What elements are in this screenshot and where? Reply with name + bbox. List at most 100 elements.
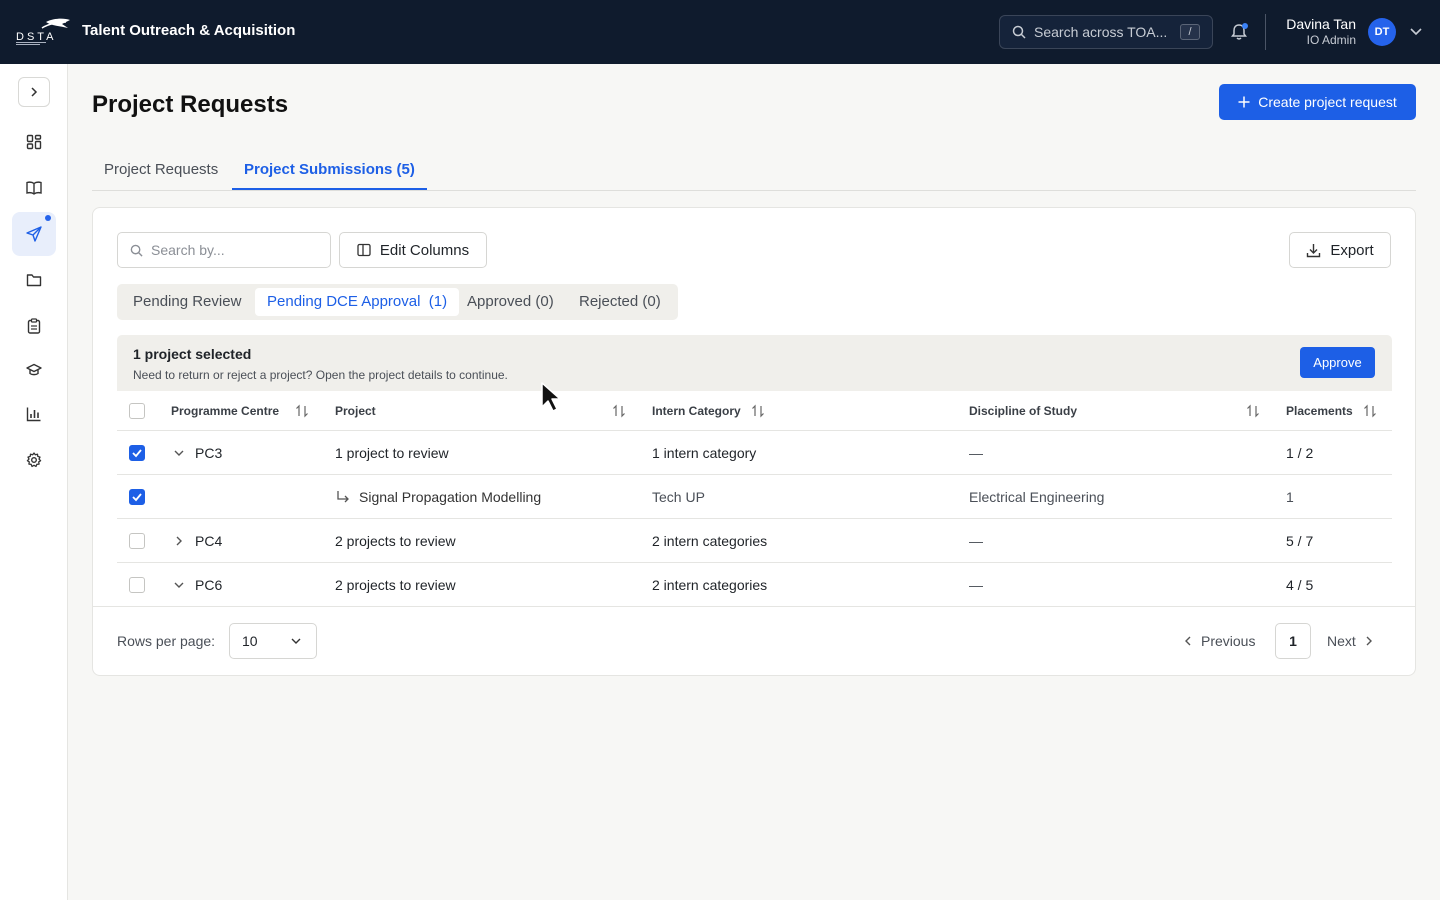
gear-icon xyxy=(26,452,42,468)
status-tab-rejected[interactable]: Rejected (0) xyxy=(567,288,673,316)
create-project-request-button[interactable]: Create project request xyxy=(1219,84,1416,120)
selection-bar: 1 project selected Need to return or rej… xyxy=(117,335,1392,391)
row-checkbox[interactable] xyxy=(129,489,145,505)
next-label: Next xyxy=(1327,633,1356,649)
search-placeholder: Search by... xyxy=(151,242,225,258)
cell-project: 2 projects to review xyxy=(335,577,456,593)
sort-icon[interactable] xyxy=(1246,404,1260,418)
notification-dot xyxy=(1242,23,1248,29)
sidebar-item-settings[interactable] xyxy=(12,438,56,482)
cell-project: 1 project to review xyxy=(335,445,449,461)
row-checkbox[interactable] xyxy=(129,577,145,593)
chevron-left-icon xyxy=(1185,636,1191,646)
cell-intern-category: 2 intern categories xyxy=(652,577,768,593)
sidebar-item-catalogue[interactable] xyxy=(12,166,56,210)
select-all-checkbox[interactable] xyxy=(129,403,145,419)
logo-text: DSTA xyxy=(16,31,57,43)
next-page-button[interactable]: Next xyxy=(1327,623,1374,659)
page-title: Project Requests xyxy=(92,91,289,118)
status-tabs: Pending Review Pending DCE Approval (1) … xyxy=(117,284,678,320)
edit-columns-button[interactable]: Edit Columns xyxy=(339,232,487,268)
tab-project-submissions[interactable]: Project Submissions (5) xyxy=(232,150,427,190)
previous-page-button[interactable]: Previous xyxy=(1183,623,1255,659)
rows-per-page-label: Rows per page: xyxy=(117,633,216,649)
notification-dot xyxy=(45,215,51,221)
table-row[interactable]: PC6 2 projects to review 2 intern catego… xyxy=(117,563,1392,607)
tab-project-requests[interactable]: Project Requests xyxy=(92,150,230,190)
global-search[interactable]: Search across TOA... / xyxy=(999,15,1213,49)
send-icon xyxy=(26,226,42,242)
cell-programme-centre: PC4 xyxy=(195,533,223,549)
chevron-down-icon[interactable] xyxy=(173,447,185,459)
column-header-discipline[interactable]: Discipline of Study xyxy=(969,391,1077,431)
sort-icon[interactable] xyxy=(1363,404,1377,418)
sidebar-item-folders[interactable] xyxy=(12,258,56,302)
chevron-down-icon[interactable] xyxy=(1409,26,1423,38)
folder-icon xyxy=(26,274,42,287)
check-icon xyxy=(132,493,142,502)
sort-icon[interactable] xyxy=(295,404,309,418)
status-tab-pending-dce-approval[interactable]: Pending DCE Approval (1) xyxy=(255,288,460,316)
book-icon xyxy=(26,181,42,195)
column-header-intern-category[interactable]: Intern Category xyxy=(652,391,741,431)
cell-placements: 1 / 2 xyxy=(1286,445,1314,461)
search-icon xyxy=(1012,25,1026,39)
row-checkbox[interactable] xyxy=(129,533,145,549)
cell-placements: 4 / 5 xyxy=(1286,577,1314,593)
submissions-table: Programme Centre Project Intern Category… xyxy=(117,391,1392,607)
table-row[interactable]: PC4 2 projects to review 2 intern catego… xyxy=(117,519,1392,563)
search-input[interactable]: Search by... xyxy=(117,232,331,268)
current-page[interactable]: 1 xyxy=(1275,623,1311,659)
global-search-placeholder: Search across TOA... xyxy=(1034,24,1168,40)
dsta-logo[interactable]: DSTA xyxy=(16,16,72,46)
sidebar-collapse-button[interactable] xyxy=(18,77,50,107)
status-tab-pending-review[interactable]: Pending Review xyxy=(121,288,253,316)
export-label: Export xyxy=(1330,241,1374,259)
column-header-programme-centre[interactable]: Programme Centre xyxy=(171,391,279,431)
user-name[interactable]: Davina Tan xyxy=(1286,16,1356,32)
column-header-project[interactable]: Project xyxy=(335,391,376,431)
search-shortcut-key: / xyxy=(1180,24,1200,40)
row-checkbox[interactable] xyxy=(129,445,145,461)
create-button-label: Create project request xyxy=(1258,94,1397,110)
chevron-down-icon xyxy=(291,638,301,644)
cell-project: 2 projects to review xyxy=(335,533,456,549)
previous-label: Previous xyxy=(1201,633,1256,649)
table-row[interactable]: Signal Propagation Modelling Tech UP Ele… xyxy=(117,475,1392,519)
sidebar-item-project-requests[interactable] xyxy=(12,212,56,256)
download-icon xyxy=(1307,243,1321,257)
chevron-right-icon xyxy=(31,87,38,97)
plus-icon xyxy=(1238,96,1250,108)
selection-title: 1 project selected xyxy=(133,346,252,362)
sort-icon[interactable] xyxy=(612,404,626,418)
avatar[interactable]: DT xyxy=(1368,18,1396,46)
sidebar-item-tasks[interactable] xyxy=(12,304,56,348)
chevron-right-icon xyxy=(1366,636,1372,646)
child-arrow-icon xyxy=(337,491,349,503)
status-tab-approved[interactable]: Approved (0) xyxy=(455,288,566,316)
edit-columns-label: Edit Columns xyxy=(379,241,470,259)
rows-per-page-select[interactable]: 10 xyxy=(229,623,317,659)
table-header: Programme Centre Project Intern Category… xyxy=(117,391,1392,431)
cell-programme-centre: PC3 xyxy=(195,445,223,461)
export-button[interactable]: Export xyxy=(1289,232,1391,268)
mouse-cursor-icon xyxy=(541,382,561,412)
table-row[interactable]: PC3 1 project to review 1 intern categor… xyxy=(117,431,1392,475)
sidebar-item-dashboard[interactable] xyxy=(12,120,56,164)
sort-icon[interactable] xyxy=(751,404,765,418)
cell-programme-centre: PC6 xyxy=(195,577,223,593)
footer-divider xyxy=(93,606,1415,607)
top-bar: DSTA Talent Outreach & Acquisition Searc… xyxy=(0,0,1440,64)
sidebar-item-reports[interactable] xyxy=(12,392,56,436)
chevron-down-icon[interactable] xyxy=(173,579,185,591)
check-icon xyxy=(132,449,142,458)
column-header-placements[interactable]: Placements xyxy=(1286,391,1353,431)
cell-project-link[interactable]: Signal Propagation Modelling xyxy=(359,475,541,519)
graduation-cap-icon xyxy=(26,363,42,376)
page-tabs: Project Requests Project Submissions (5) xyxy=(92,150,1416,191)
approve-button[interactable]: Approve xyxy=(1300,347,1375,378)
chevron-right-icon[interactable] xyxy=(173,535,185,547)
cell-intern-category: Tech UP xyxy=(652,489,705,505)
cell-placements: 1 xyxy=(1286,489,1294,505)
sidebar-item-interns[interactable] xyxy=(12,348,56,392)
